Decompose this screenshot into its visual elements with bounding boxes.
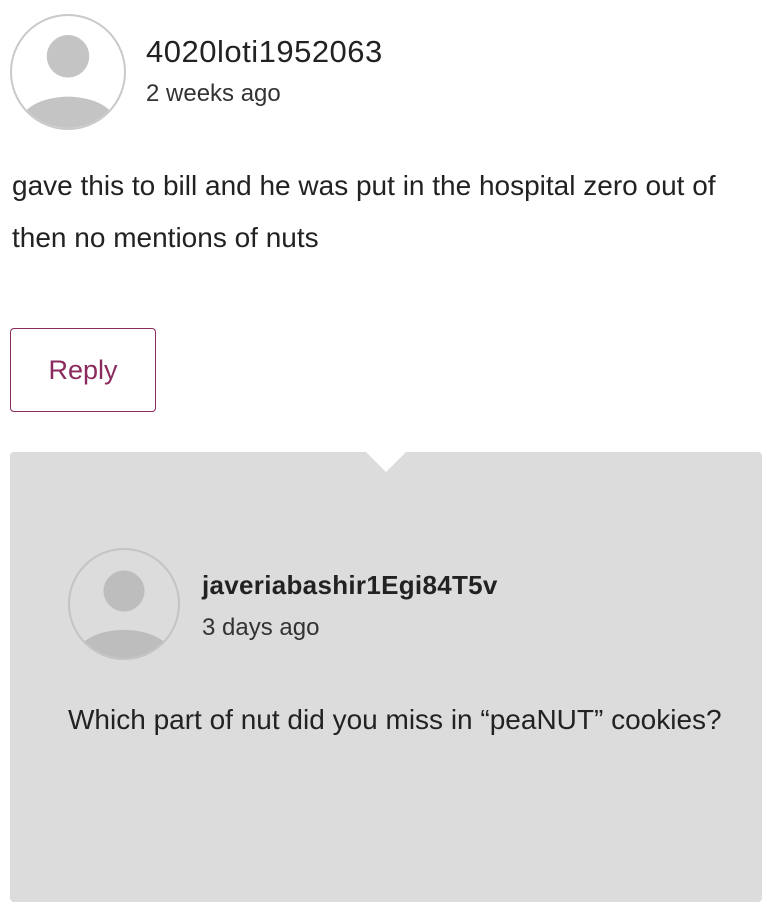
reply-button[interactable]: Reply xyxy=(10,328,156,412)
comment-body: gave this to bill and he was put in the … xyxy=(12,170,716,253)
reply-pointer-notch xyxy=(366,452,406,472)
user-silhouette-icon xyxy=(76,570,172,658)
reply-user-avatar-icon[interactable] xyxy=(68,548,180,660)
user-avatar-icon[interactable] xyxy=(10,14,126,130)
reply-username[interactable]: javeriabashir1Egi84T5v xyxy=(202,570,498,601)
comment-timestamp: 2 weeks ago xyxy=(146,80,281,107)
reply-body: Which part of nut did you miss in “peaNU… xyxy=(68,704,722,735)
user-silhouette-icon xyxy=(18,35,118,128)
reply-timestamp: 3 days ago xyxy=(202,614,320,641)
comment-username[interactable]: 4020loti1952063 xyxy=(146,34,383,70)
reply-container xyxy=(10,452,762,902)
